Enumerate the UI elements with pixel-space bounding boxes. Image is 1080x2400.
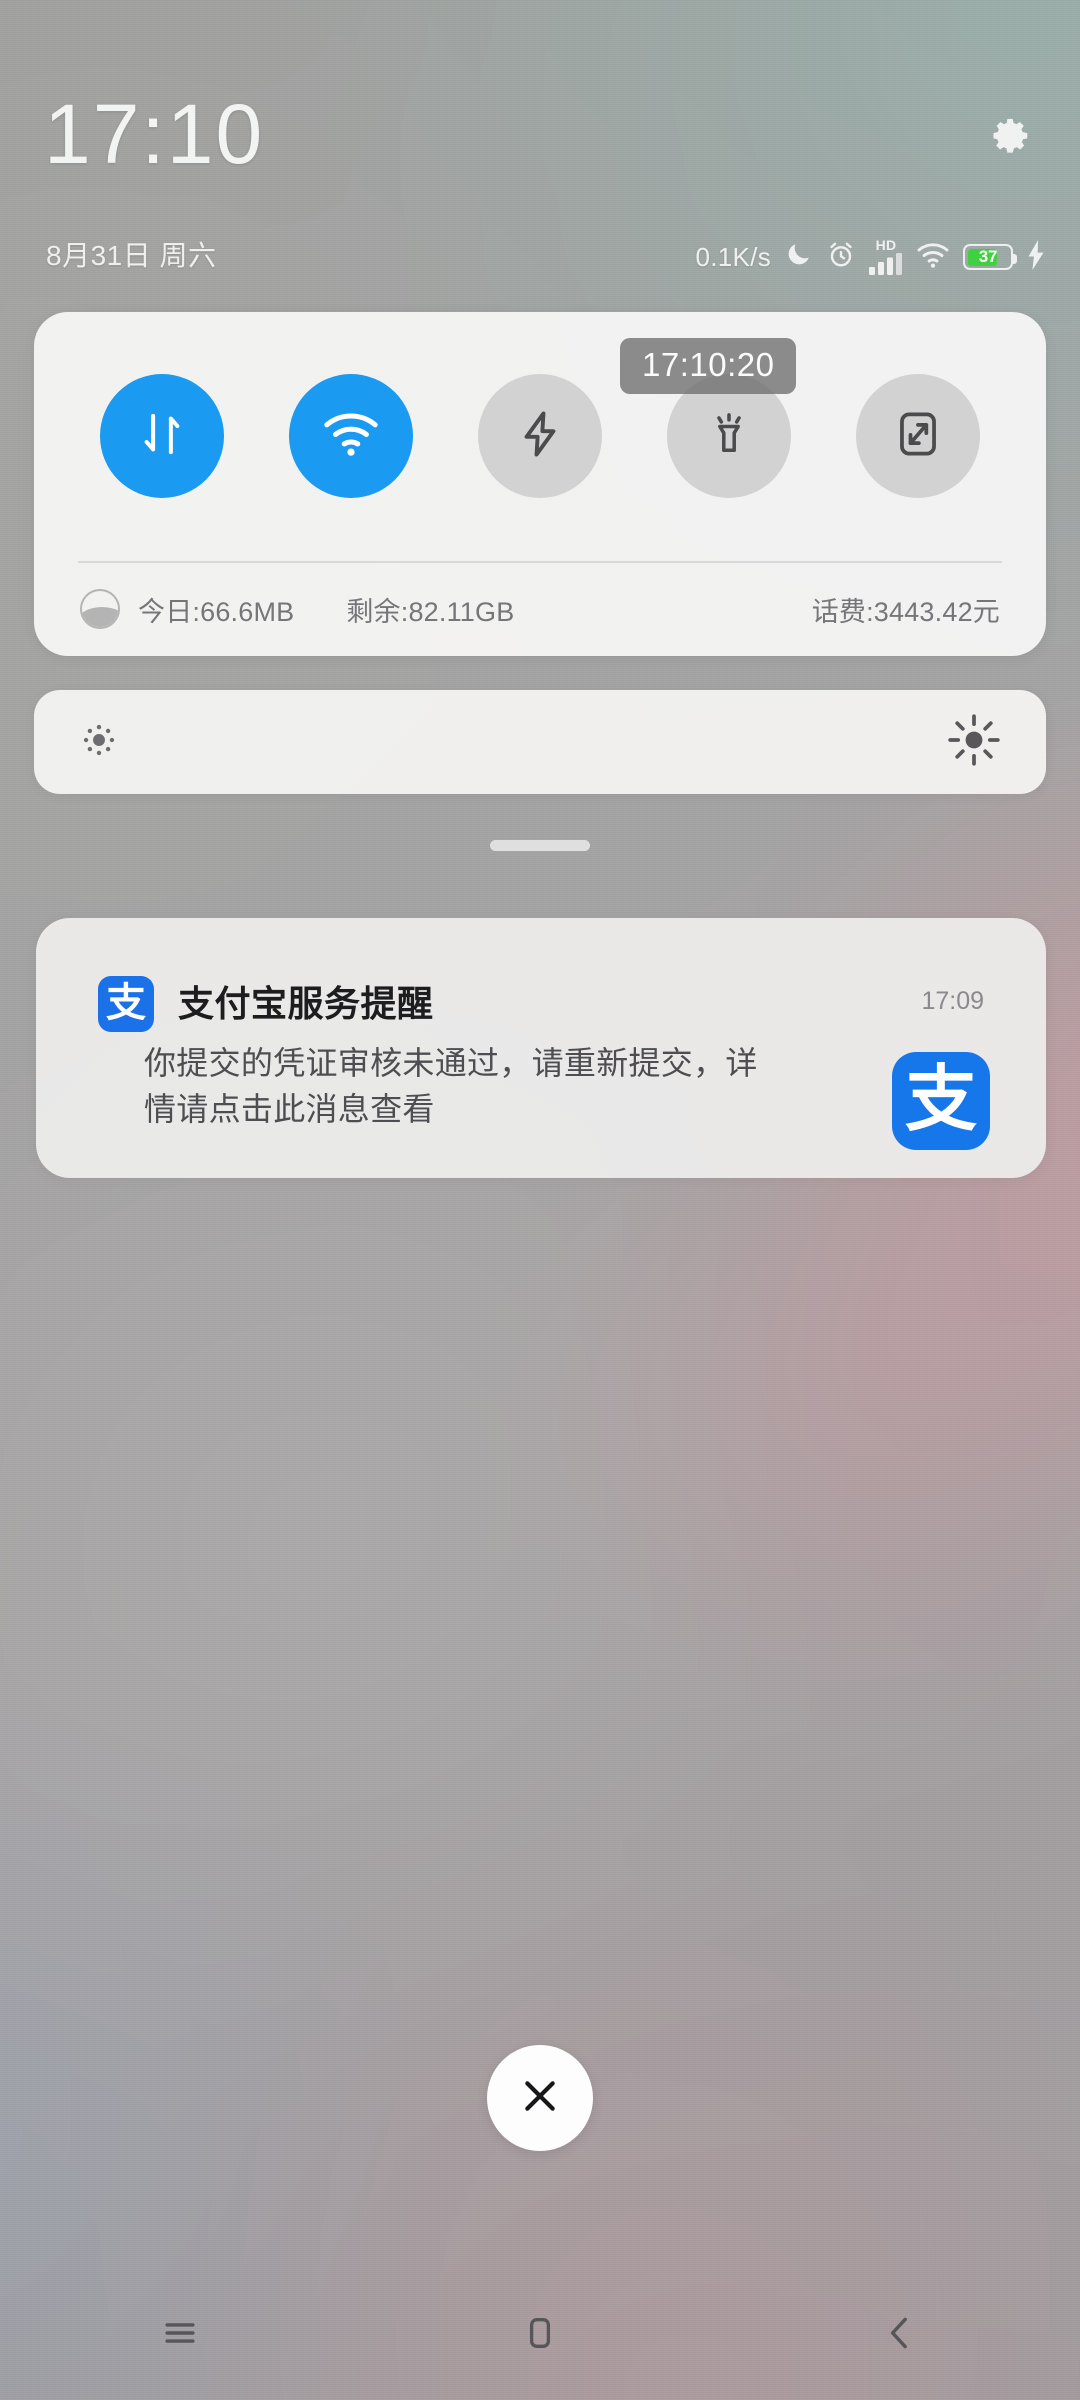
tile-wifi[interactable] bbox=[289, 374, 414, 498]
panel-drag-handle[interactable] bbox=[490, 840, 590, 851]
navigation-bar bbox=[0, 2270, 1080, 2400]
moon-icon bbox=[784, 240, 813, 274]
home-square-icon bbox=[519, 2312, 561, 2359]
time-toast-badge: 17:10:20 bbox=[620, 338, 797, 394]
brightness-low-icon bbox=[78, 719, 120, 766]
tile-screenshot[interactable] bbox=[855, 374, 980, 498]
battery-level-label: 37 bbox=[978, 247, 998, 266]
back-chevron-icon bbox=[878, 2311, 922, 2360]
alipay-app-icon-small: 支 bbox=[98, 976, 154, 1032]
tile-mobile-data[interactable] bbox=[100, 374, 225, 498]
notification-card[interactable]: 支 支付宝服务提醒 17:09 你提交的凭证审核未通过，请重新提交，详情请点击此… bbox=[36, 918, 1046, 1178]
alipay-glyph: 支 bbox=[106, 980, 146, 1026]
flashlight-icon bbox=[704, 409, 754, 464]
phone-fee-label: 话费:3443.42元 bbox=[811, 596, 1000, 627]
battery-icon: 37 bbox=[963, 244, 1017, 270]
wifi-icon bbox=[916, 241, 950, 274]
brightness-high-icon bbox=[946, 712, 1002, 773]
mobile-data-arrows-icon bbox=[134, 406, 190, 467]
settings-button[interactable] bbox=[982, 112, 1038, 168]
charging-bolt-icon bbox=[1026, 239, 1046, 275]
tile-power-saver[interactable] bbox=[477, 374, 602, 498]
data-usage-circle-icon bbox=[80, 589, 120, 629]
date-label: 8月31日 周六 bbox=[46, 240, 217, 271]
data-remaining-label: 剩余:82.11GB bbox=[346, 596, 515, 627]
notification-title: 支付宝服务提醒 bbox=[178, 983, 434, 1024]
notification-timestamp: 17:09 bbox=[921, 987, 984, 1015]
alipay-app-icon-large[interactable]: 支 bbox=[892, 1052, 990, 1150]
clock-time: 17:10 bbox=[44, 87, 265, 181]
hd-label: HD bbox=[875, 237, 897, 253]
wifi-icon bbox=[322, 409, 380, 464]
home-button[interactable] bbox=[360, 2270, 720, 2400]
alipay-glyph-large: 支 bbox=[904, 1057, 977, 1141]
data-usage-row[interactable]: 今日:66.6MB 剩余:82.11GB 话费:3443.42元 bbox=[34, 562, 1046, 656]
recents-button[interactable] bbox=[0, 2270, 360, 2400]
quick-settings-panel: 今日:66.6MB 剩余:82.11GB 话费:3443.42元 bbox=[34, 312, 1046, 656]
notification-header: 支 支付宝服务提醒 bbox=[98, 976, 434, 1032]
clear-notifications-button[interactable] bbox=[487, 2045, 593, 2151]
network-speed-label: 0.1K/s bbox=[695, 242, 771, 272]
cellular-signal-icon: HD bbox=[869, 237, 903, 275]
phone-screen: 17:10 8月31日 周六 0.1K/s HD 37 今日:66.6MB 剩余… bbox=[0, 0, 1080, 2400]
notification-body: 你提交的凭证审核未通过，请重新提交，详情请点击此消息查看 bbox=[144, 1045, 758, 1127]
screenshot-resize-icon bbox=[893, 409, 943, 464]
lightning-bolt-icon bbox=[514, 408, 566, 465]
status-icons: 0.1K/s HD 37 bbox=[695, 237, 1046, 275]
data-today-label: 今日:66.6MB bbox=[138, 596, 295, 627]
menu-lines-icon bbox=[158, 2311, 202, 2360]
gear-icon bbox=[987, 115, 1033, 166]
close-x-icon bbox=[517, 2073, 563, 2124]
alarm-clock-icon bbox=[826, 240, 856, 275]
back-button[interactable] bbox=[720, 2270, 1080, 2400]
brightness-slider[interactable] bbox=[34, 690, 1046, 794]
quick-settings-tiles bbox=[34, 312, 1046, 560]
